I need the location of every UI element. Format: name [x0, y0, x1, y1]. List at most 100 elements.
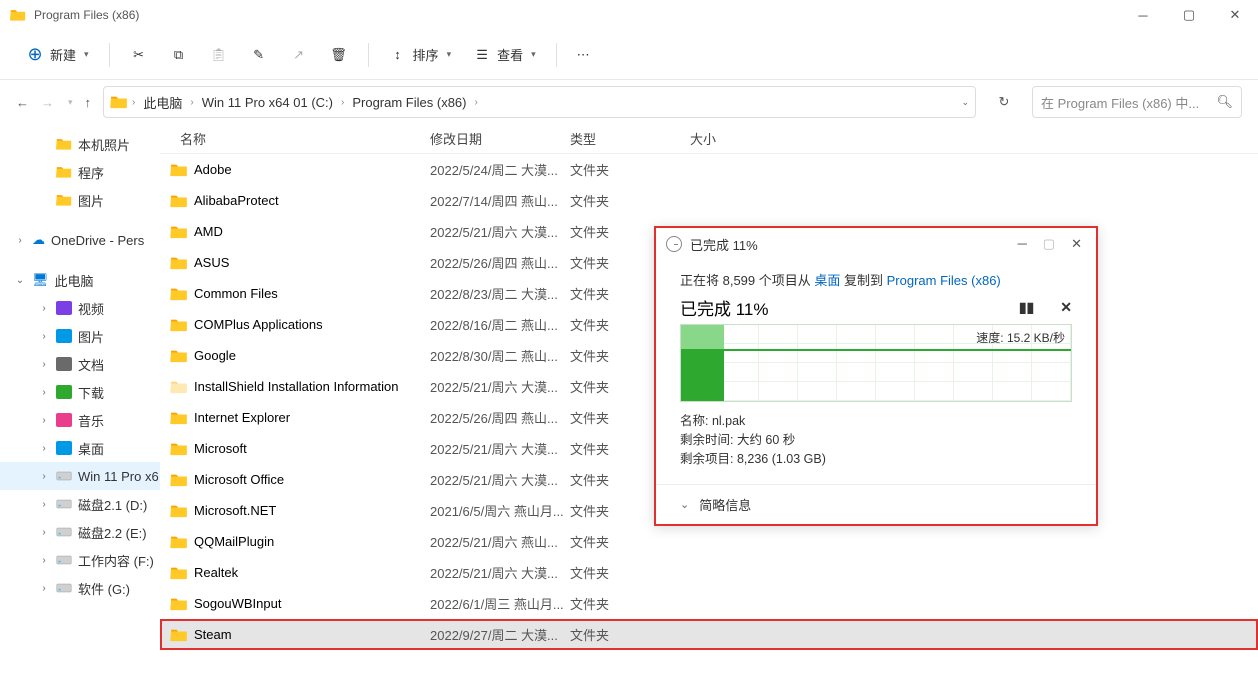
- file-type: 文件夹: [570, 191, 690, 210]
- folder-icon: [56, 137, 72, 151]
- address-bar[interactable]: › 此电脑 › Win 11 Pro x64 01 (C:) › Program…: [103, 86, 976, 118]
- sidebar-item[interactable]: ›下载: [0, 378, 160, 406]
- folder-icon: [170, 349, 188, 363]
- file-name: COMPlus Applications: [194, 317, 323, 332]
- file-type: 文件夹: [570, 594, 690, 613]
- expand-icon[interactable]: ›: [38, 303, 50, 314]
- sidebar-item[interactable]: › 软件 (G:): [0, 574, 160, 602]
- column-size[interactable]: 大小: [690, 129, 760, 148]
- expand-icon[interactable]: ›: [38, 527, 50, 538]
- delete-button[interactable]: 🗑︎: [322, 40, 356, 70]
- pause-button[interactable]: ▮▮: [1019, 299, 1034, 316]
- expand-icon[interactable]: ⌄: [14, 275, 26, 286]
- breadcrumb-item[interactable]: Win 11 Pro x64 01 (C:): [198, 93, 337, 112]
- file-type: 文件夹: [570, 563, 690, 582]
- sidebar-item[interactable]: ›文档: [0, 350, 160, 378]
- sidebar-item-label: 程序: [78, 163, 104, 182]
- minimize-button[interactable]: ─: [1120, 0, 1166, 30]
- column-headers: 名称 修改日期 类型 大小: [160, 124, 1258, 154]
- maximize-button[interactable]: ▢: [1166, 0, 1212, 30]
- cut-button[interactable]: ✂: [122, 40, 156, 70]
- breadcrumb-item[interactable]: Program Files (x86): [348, 93, 470, 112]
- file-date: 2022/9/27/周二 大漠...: [430, 625, 570, 644]
- expand-icon[interactable]: ›: [38, 555, 50, 566]
- source-link[interactable]: 桌面: [814, 273, 840, 288]
- sidebar-item-label: 软件 (G:): [78, 579, 130, 598]
- dialog-titlebar[interactable]: 已完成 11% ─ ▢ ✕: [656, 228, 1096, 260]
- sidebar-item[interactable]: 程序: [0, 158, 160, 186]
- search-placeholder: 在 Program Files (x86) 中...: [1041, 93, 1199, 112]
- expand-icon[interactable]: ›: [14, 235, 26, 246]
- sidebar-item[interactable]: ›视频: [0, 294, 160, 322]
- sidebar-item-label: 工作内容 (F:): [78, 551, 154, 570]
- file-row[interactable]: QQMailPlugin2022/5/21/周六 燕山...文件夹: [160, 526, 1258, 557]
- sidebar-item[interactable]: ›磁盘2.2 (E:): [0, 518, 160, 546]
- file-row[interactable]: Steam2022/9/27/周二 大漠...文件夹: [160, 619, 1258, 650]
- dialog-close-button[interactable]: ✕: [1071, 236, 1082, 252]
- close-button[interactable]: ✕: [1212, 0, 1258, 30]
- cloud-icon: ☁: [32, 232, 45, 248]
- expand-icon[interactable]: ›: [38, 331, 50, 342]
- library-icon: [56, 441, 72, 455]
- sidebar-item[interactable]: 本机照片: [0, 130, 160, 158]
- new-button[interactable]: ⊕ 新建 ▾: [18, 39, 97, 70]
- more-button[interactable]: ⋯: [569, 41, 598, 69]
- file-row[interactable]: SogouWBInput2022/6/1/周三 燕山月...文件夹: [160, 588, 1258, 619]
- back-button[interactable]: ←: [16, 95, 29, 110]
- search-input[interactable]: 在 Program Files (x86) 中... 🔍︎: [1032, 86, 1242, 118]
- sidebar-item[interactable]: › 工作内容 (F:): [0, 546, 160, 574]
- expand-icon[interactable]: ›: [38, 387, 50, 398]
- dest-link[interactable]: Program Files (x86): [887, 273, 1001, 288]
- sort-button[interactable]: ↕ 排序 ▾: [381, 39, 460, 70]
- folder-icon: [170, 566, 188, 580]
- column-name[interactable]: 名称: [180, 129, 430, 148]
- sidebar-item[interactable]: ›磁盘2.1 (D:): [0, 490, 160, 518]
- sidebar-item[interactable]: ›音乐: [0, 406, 160, 434]
- sidebar-item[interactable]: ›Win 11 Pro x6: [0, 462, 160, 490]
- recent-locations-button[interactable]: ▾: [68, 97, 73, 108]
- rename-button[interactable]: ✎: [242, 40, 276, 70]
- refresh-button[interactable]: ↻: [988, 86, 1020, 118]
- copy-button[interactable]: ⧉: [162, 40, 196, 70]
- forward-button[interactable]: →: [41, 95, 54, 110]
- file-row[interactable]: Adobe2022/5/24/周二 大漠...文件夹: [160, 154, 1258, 185]
- chevron-right-icon[interactable]: ›: [190, 97, 193, 108]
- sidebar-item[interactable]: ›图片: [0, 322, 160, 350]
- breadcrumb-item[interactable]: 此电脑: [139, 91, 186, 114]
- column-date[interactable]: 修改日期: [430, 129, 570, 148]
- clock-icon: [666, 236, 682, 252]
- view-button[interactable]: ☰ 查看 ▾: [465, 39, 544, 70]
- chevron-right-icon[interactable]: ›: [341, 97, 344, 108]
- sidebar-item[interactable]: ⌄🖥︎此电脑: [0, 266, 160, 294]
- column-type[interactable]: 类型: [570, 129, 690, 148]
- paste-button[interactable]: 📋︎: [202, 40, 236, 70]
- copy-progress-dialog: 已完成 11% ─ ▢ ✕ 正在将 8,599 个项目从 桌面 复制到 Prog…: [654, 226, 1098, 526]
- share-button[interactable]: ↗: [282, 40, 316, 70]
- file-row[interactable]: Realtek2022/5/21/周六 大漠...文件夹: [160, 557, 1258, 588]
- copy-description: 正在将 8,599 个项目从 桌面 复制到 Program Files (x86…: [680, 270, 1072, 289]
- file-date: 2022/5/26/周四 燕山...: [430, 253, 570, 272]
- expand-icon[interactable]: ›: [38, 499, 50, 510]
- chevron-right-icon[interactable]: ›: [132, 97, 135, 108]
- expand-icon[interactable]: ›: [38, 359, 50, 370]
- address-dropdown-button[interactable]: ⌄: [961, 97, 969, 108]
- expand-icon[interactable]: ›: [38, 443, 50, 454]
- up-button[interactable]: ↑: [85, 95, 92, 110]
- expand-icon[interactable]: ›: [38, 471, 50, 482]
- sidebar-item[interactable]: 图片: [0, 186, 160, 214]
- folder-icon: [10, 7, 26, 23]
- file-row[interactable]: AlibabaProtect2022/7/14/周四 燕山...文件夹: [160, 185, 1258, 216]
- folder-icon: [170, 194, 188, 208]
- chevron-right-icon[interactable]: ›: [474, 97, 477, 108]
- dialog-footer[interactable]: ⌄ 简略信息: [656, 484, 1096, 524]
- sidebar-item[interactable]: ›☁OneDrive - Pers: [0, 226, 160, 254]
- file-date: 2022/8/23/周二 大漠...: [430, 284, 570, 303]
- sort-icon: ↕: [389, 46, 407, 64]
- expand-icon[interactable]: ›: [38, 415, 50, 426]
- dialog-minimize-button[interactable]: ─: [1018, 236, 1027, 252]
- sidebar-item[interactable]: ›桌面: [0, 434, 160, 462]
- expand-icon[interactable]: ›: [38, 583, 50, 594]
- cancel-copy-button[interactable]: ✕: [1060, 299, 1072, 316]
- speed-graph: 速度: 15.2 KB/秒: [680, 324, 1072, 402]
- dialog-maximize-button[interactable]: ▢: [1043, 236, 1055, 252]
